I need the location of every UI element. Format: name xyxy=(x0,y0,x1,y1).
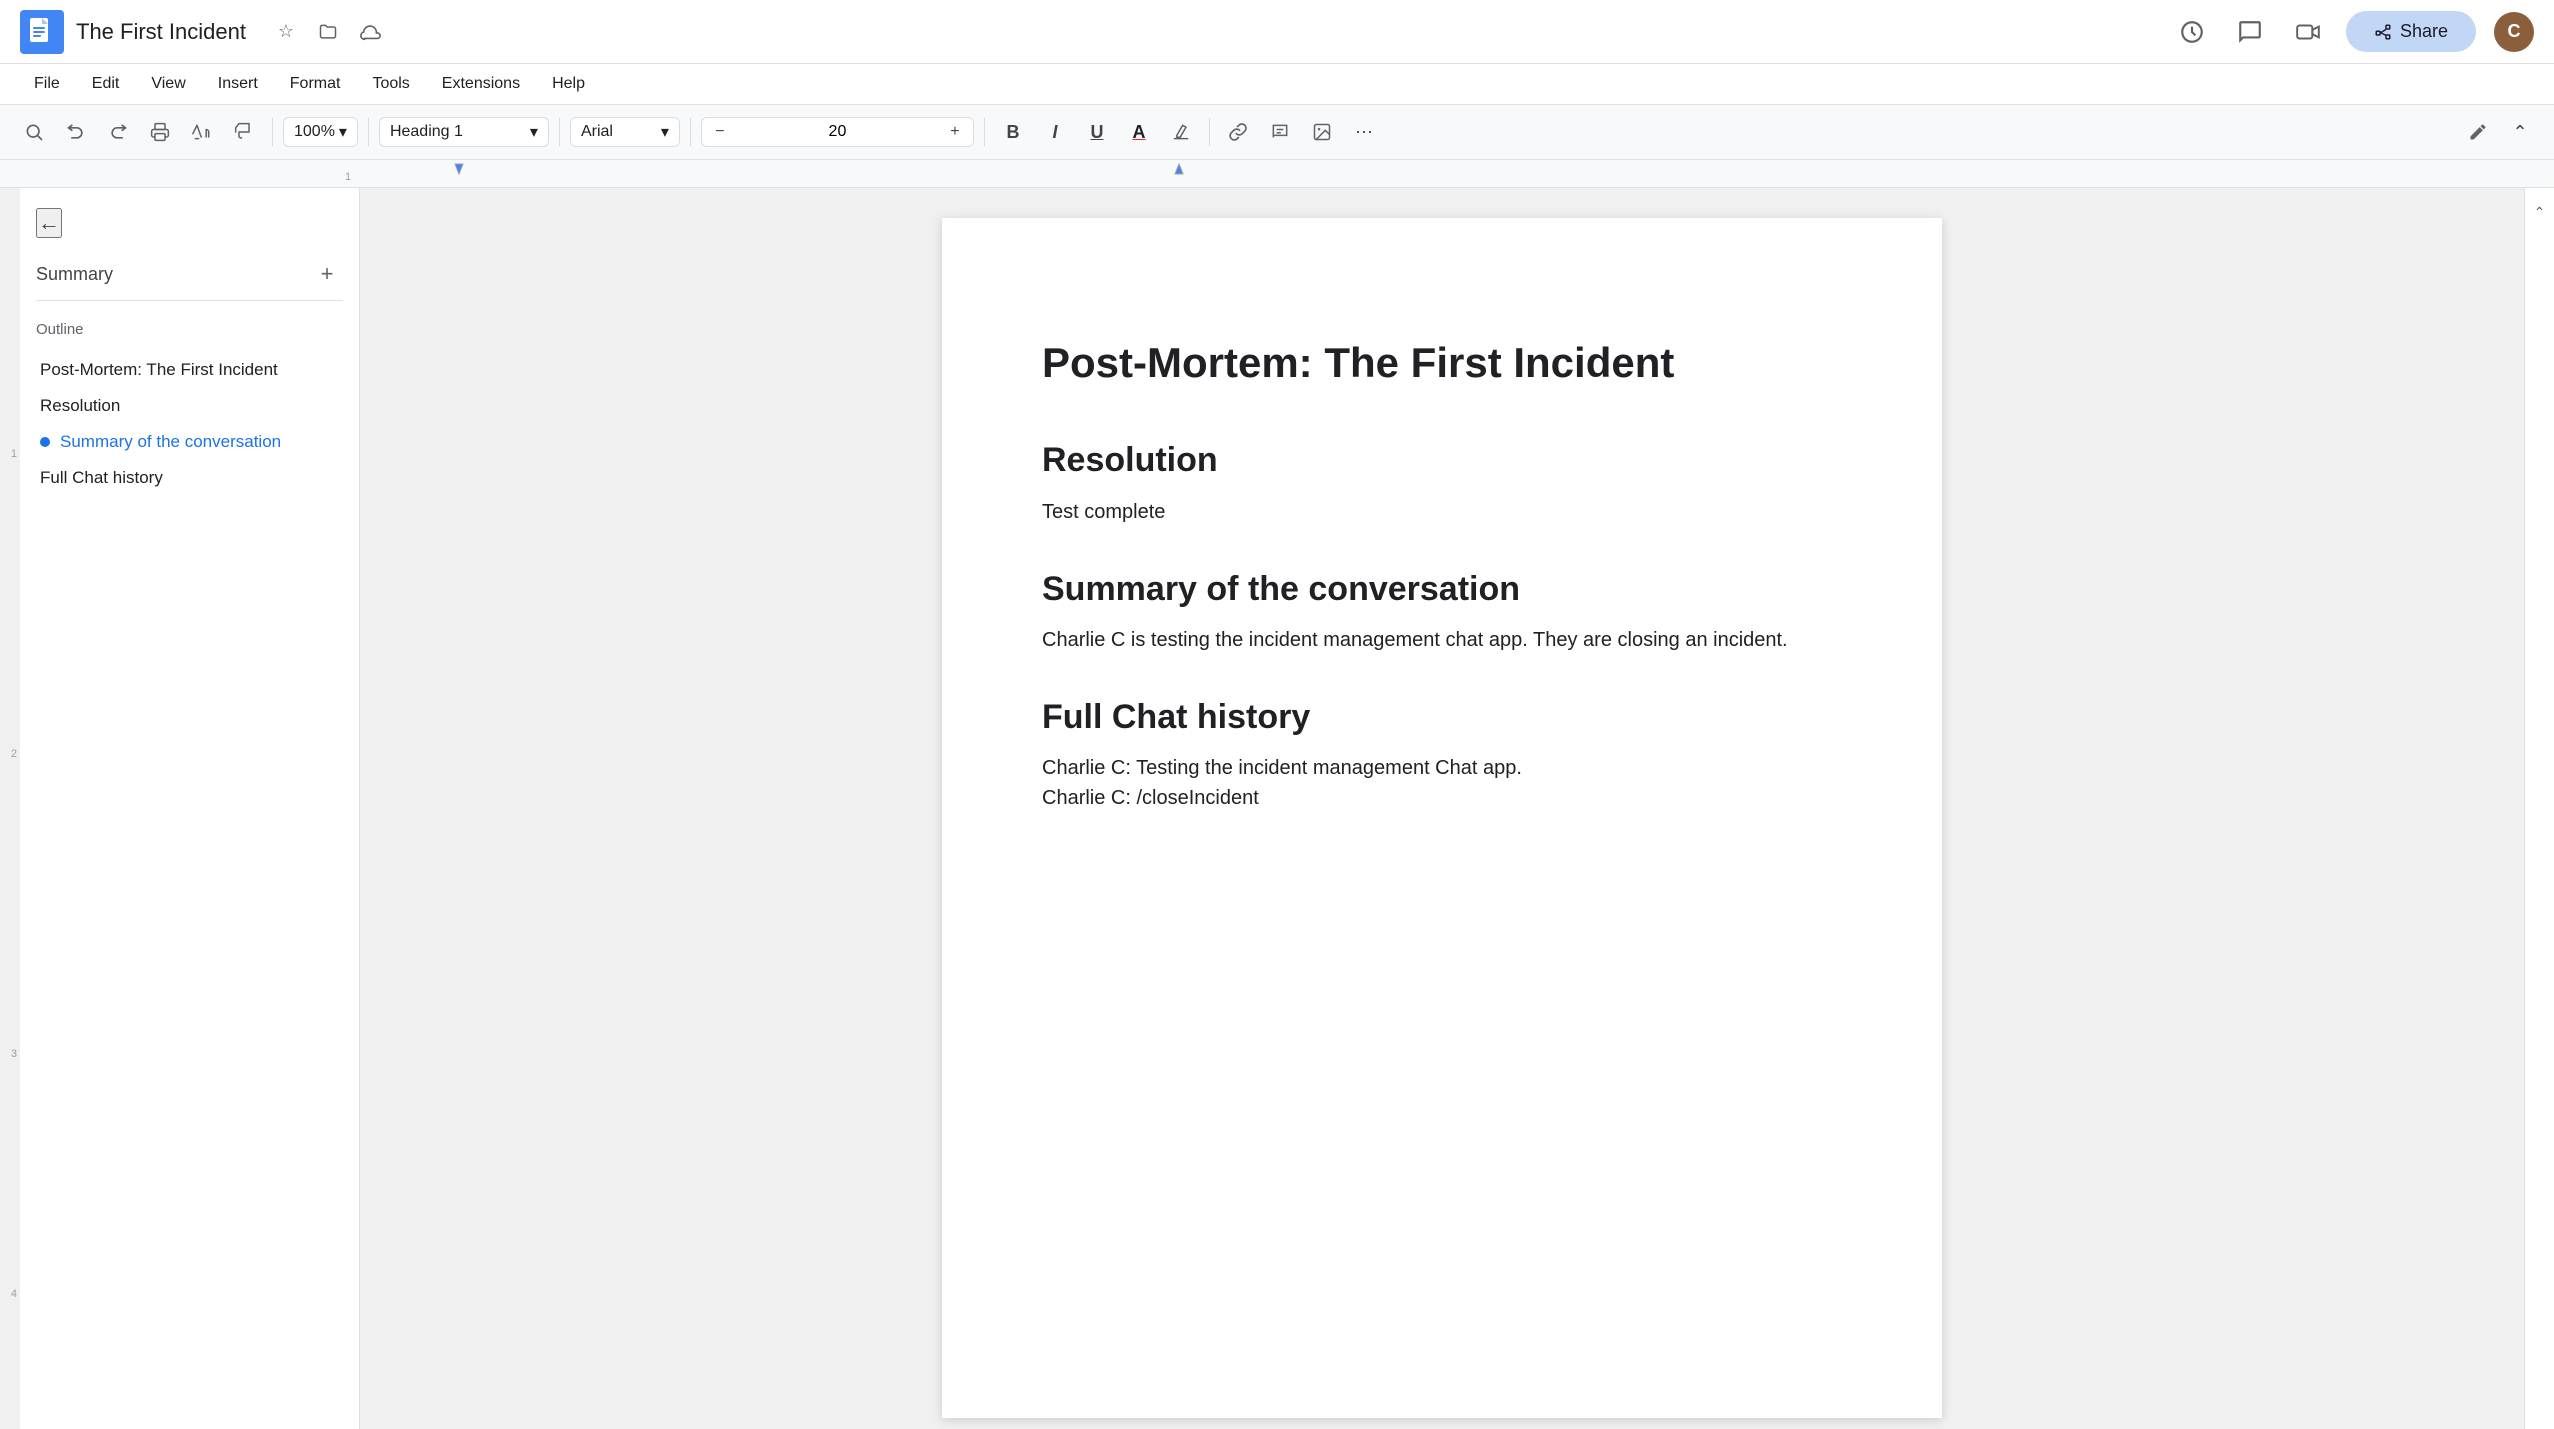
text-color-button[interactable]: A xyxy=(1121,114,1157,150)
italic-button[interactable]: I xyxy=(1037,114,1073,150)
insert-image-button[interactable] xyxy=(1304,114,1340,150)
paint-format-button[interactable] xyxy=(226,114,262,150)
toolbar-separator-4 xyxy=(690,118,691,146)
line-num-3: 3 xyxy=(11,1048,17,1060)
outline-item-3[interactable]: Full Chat history xyxy=(36,460,343,496)
zoom-drop-icon: ▾ xyxy=(339,122,347,142)
font-selector[interactable]: Arial ▾ xyxy=(570,117,680,147)
title-bar-right: Share C xyxy=(2172,11,2534,52)
document-area[interactable]: Post-Mortem: The First Incident Resoluti… xyxy=(360,188,2524,1429)
svg-text:1: 1 xyxy=(345,171,351,183)
chat-line-1: Charlie C: /closeIncident xyxy=(1042,783,1842,813)
print-button[interactable] xyxy=(142,114,178,150)
style-selector[interactable]: Heading 1 ▾ xyxy=(379,117,549,147)
section-summary-body[interactable]: Charlie C is testing the incident manage… xyxy=(1042,625,1842,655)
zoom-selector[interactable]: 100% ▾ xyxy=(283,117,358,147)
outline-item-2-label: Summary of the conversation xyxy=(60,432,281,452)
document-title: The First Incident xyxy=(76,19,246,45)
sidebar-back-button[interactable]: ← xyxy=(36,208,62,238)
history-button[interactable] xyxy=(2172,12,2212,52)
video-call-button[interactable] xyxy=(2288,12,2328,52)
title-bar: The First Incident ☆ Share C xyxy=(0,0,2554,64)
title-bar-left: The First Incident ☆ xyxy=(20,10,386,54)
ruler-svg: 1 xyxy=(335,160,1535,188)
edit-mode-button[interactable] xyxy=(2460,114,2496,150)
insert-link-button[interactable] xyxy=(1220,114,1256,150)
menu-bar: File Edit View Insert Format Tools Exten… xyxy=(0,64,2554,104)
sidebar-divider xyxy=(36,300,343,301)
menu-file[interactable]: File xyxy=(20,69,74,99)
font-value: Arial xyxy=(581,123,613,141)
user-avatar[interactable]: C xyxy=(2494,12,2534,52)
comments-button[interactable] xyxy=(2230,12,2270,52)
cloud-save-button[interactable] xyxy=(354,16,386,48)
font-size-increase-button[interactable]: + xyxy=(943,120,967,144)
style-drop-icon: ▾ xyxy=(530,122,538,142)
menu-insert[interactable]: Insert xyxy=(204,69,272,99)
right-sidebar: ⌃ xyxy=(2524,188,2554,1429)
outline-label: Outline xyxy=(36,321,343,338)
toolbar: 100% ▾ Heading 1 ▾ Arial ▾ − 20 + B I U … xyxy=(0,104,2554,160)
ruler: 1 xyxy=(0,160,2554,188)
section-resolution-body[interactable]: Test complete xyxy=(1042,497,1842,527)
sidebar: ← Summary + Outline Post-Mortem: The Fir… xyxy=(20,188,360,1429)
spellcheck-button[interactable] xyxy=(184,114,220,150)
section-summary-heading[interactable]: Summary of the conversation xyxy=(1042,567,1842,611)
sidebar-add-button[interactable]: + xyxy=(311,258,343,290)
outline-item-1[interactable]: Resolution xyxy=(36,388,343,424)
search-toolbar-button[interactable] xyxy=(16,114,52,150)
section-resolution-heading[interactable]: Resolution xyxy=(1042,438,1842,482)
zoom-value: 100% xyxy=(294,123,335,141)
section-chat-body[interactable]: Charlie C: Testing the incident manageme… xyxy=(1042,753,1842,813)
google-docs-icon xyxy=(20,10,64,54)
star-button[interactable]: ☆ xyxy=(270,16,302,48)
section-chat-heading[interactable]: Full Chat history xyxy=(1042,695,1842,739)
font-size-decrease-button[interactable]: − xyxy=(708,120,732,144)
bold-button[interactable]: B xyxy=(995,114,1031,150)
menu-extensions[interactable]: Extensions xyxy=(428,69,534,99)
undo-button[interactable] xyxy=(58,114,94,150)
font-size-input[interactable]: 20 xyxy=(734,123,941,141)
line-num-1: 1 xyxy=(11,448,17,460)
font-size-control: − 20 + xyxy=(701,117,974,147)
line-num-4: 4 xyxy=(11,1288,17,1300)
style-value: Heading 1 xyxy=(390,123,463,141)
toolbar-separator-3 xyxy=(559,118,560,146)
main-layout: 1 2 3 4 ← Summary + Outline Post-Mortem:… xyxy=(0,188,2554,1429)
more-options-button[interactable]: ⋯ xyxy=(1346,114,1382,150)
toolbar-separator-1 xyxy=(272,118,273,146)
outline-item-0[interactable]: Post-Mortem: The First Incident xyxy=(36,352,343,388)
sidebar-summary-label: Summary xyxy=(36,264,113,285)
document-page[interactable]: Post-Mortem: The First Incident Resoluti… xyxy=(942,218,1942,1418)
toolbar-separator-6 xyxy=(1209,118,1210,146)
toolbar-separator-2 xyxy=(368,118,369,146)
menu-edit[interactable]: Edit xyxy=(78,69,134,99)
right-collapse-button[interactable]: ⌃ xyxy=(2526,198,2554,226)
document-title-heading[interactable]: Post-Mortem: The First Incident xyxy=(1042,338,1842,388)
menu-tools[interactable]: Tools xyxy=(358,69,423,99)
menu-view[interactable]: View xyxy=(137,69,199,99)
folder-button[interactable] xyxy=(312,16,344,48)
toolbar-separator-5 xyxy=(984,118,985,146)
menu-format[interactable]: Format xyxy=(276,69,355,99)
font-drop-icon: ▾ xyxy=(661,122,669,142)
redo-button[interactable] xyxy=(100,114,136,150)
title-icons: ☆ xyxy=(270,16,386,48)
highlight-button[interactable] xyxy=(1163,114,1199,150)
chat-line-0: Charlie C: Testing the incident manageme… xyxy=(1042,753,1842,783)
outline-item-2[interactable]: Summary of the conversation xyxy=(36,424,343,460)
sidebar-summary-row: Summary + xyxy=(36,258,343,290)
share-label: Share xyxy=(2400,21,2448,42)
insert-comment-button[interactable] xyxy=(1262,114,1298,150)
left-margin: 1 2 3 4 xyxy=(0,188,20,1429)
line-num-2: 2 xyxy=(11,748,17,760)
outline-active-indicator xyxy=(40,437,50,447)
collapse-toolbar-button[interactable]: ⌃ xyxy=(2502,114,2538,150)
menu-help[interactable]: Help xyxy=(538,69,599,99)
share-button[interactable]: Share xyxy=(2346,11,2476,52)
underline-button[interactable]: U xyxy=(1079,114,1115,150)
